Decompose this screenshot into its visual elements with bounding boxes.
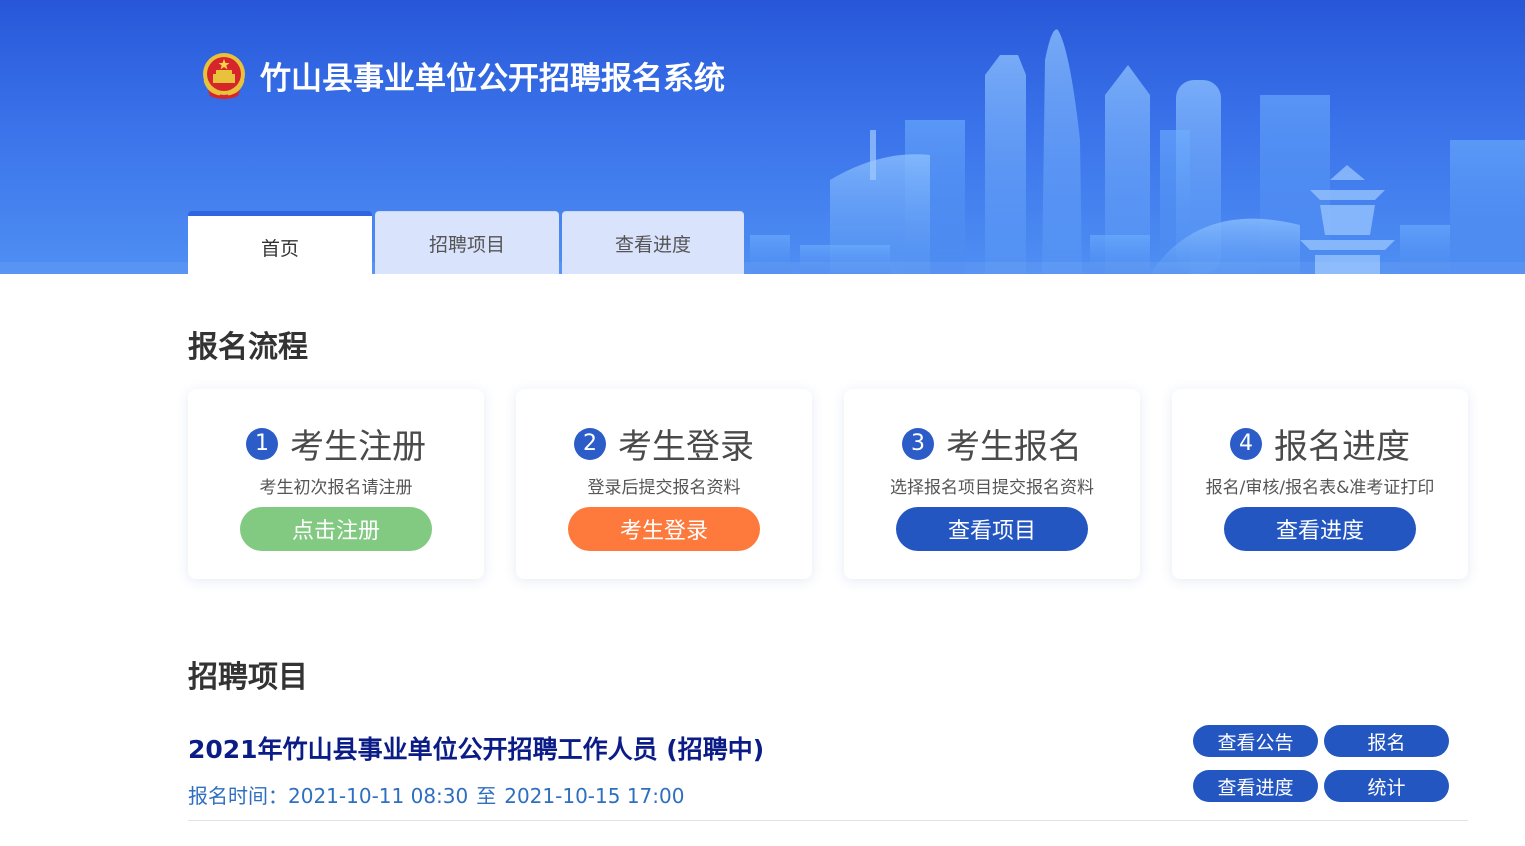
step-description: 登录后提交报名资料 [587,478,741,498]
register-button[interactable]: 点击注册 [240,507,432,551]
time-label: 报名时间： [188,784,288,808]
step-card-register: 1 考生注册 考生初次报名请注册 点击注册 [188,389,484,579]
national-emblem-icon [203,53,245,99]
list-item: 2021年竹山县事业单位公开招聘工作人员 (招聘中) 报名时间：2021-10-… [188,712,1468,821]
step-number: 4 [1230,427,1262,460]
site-title: 竹山县事业单位公开招聘报名系统 [260,60,725,97]
project-title[interactable]: 2021年竹山县事业单位公开招聘工作人员 (招聘中) [188,730,764,766]
step-card-progress: 4 报名进度 报名/审核/报名表&准考证打印 查看进度 [1172,389,1468,579]
time-end: 2021-10-15 17:00 [504,784,685,808]
login-button[interactable]: 考生登录 [568,507,760,551]
step-description: 选择报名项目提交报名资料 [890,478,1094,498]
step-title: 考生注册 [290,427,426,467]
statistics-button[interactable]: 统计 [1324,770,1449,802]
step-number: 2 [574,427,606,460]
view-notice-button[interactable]: 查看公告 [1193,725,1318,757]
step-description: 考生初次报名请注册 [259,478,413,498]
tab-home[interactable]: 首页 [188,211,372,274]
view-projects-button[interactable]: 查看项目 [896,507,1088,551]
step-number: 3 [902,427,934,460]
site-brand: 竹山县事业单位公开招聘报名系统 [200,48,725,102]
step-description: 报名/审核/报名表&准考证打印 [1205,478,1435,498]
process-steps: 1 考生注册 考生初次报名请注册 点击注册 2 考生登录 登录后提交报名资料 考… [188,389,1468,579]
process-section-title: 报名流程 [188,330,308,365]
project-progress-button[interactable]: 查看进度 [1193,770,1318,802]
step-number: 1 [246,427,278,460]
tab-recruitment-projects[interactable]: 招聘项目 [375,211,559,274]
apply-button[interactable]: 报名 [1324,725,1449,757]
step-card-login: 2 考生登录 登录后提交报名资料 考生登录 [516,389,812,579]
main-nav-tabs: 首页 招聘项目 查看进度 [188,211,747,274]
time-start: 2021-10-11 08:30 [288,784,469,808]
step-title: 考生报名 [946,427,1082,467]
header-banner: 竹山县事业单位公开招聘报名系统 首页 招聘项目 查看进度 [0,0,1525,274]
view-progress-button[interactable]: 查看进度 [1224,507,1416,551]
project-registration-time: 报名时间：2021-10-11 08:30 至 2021-10-15 17:00 [188,780,684,809]
time-separator: 至 [476,784,497,808]
step-title: 报名进度 [1274,427,1410,467]
projects-section-title: 招聘项目 [188,660,308,695]
step-card-apply: 3 考生报名 选择报名项目提交报名资料 查看项目 [844,389,1140,579]
step-title: 考生登录 [618,427,754,467]
tab-check-progress[interactable]: 查看进度 [562,211,744,274]
